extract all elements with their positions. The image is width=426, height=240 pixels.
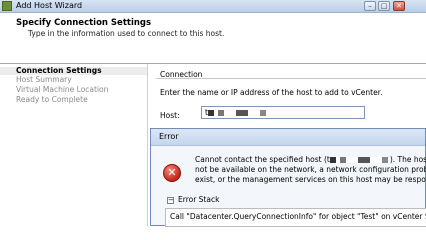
error-stack-toggle[interactable]: − Error Stack — [167, 195, 219, 204]
error-icon: ✕ — [163, 164, 181, 182]
error-message-line2: not be available on the network, a netwo… — [195, 165, 426, 174]
section-divider — [156, 78, 426, 79]
minimize-button[interactable]: – — [364, 1, 376, 11]
step-ready-to-complete[interactable]: Ready to Complete — [16, 95, 88, 104]
vcenter-app-icon — [2, 1, 12, 11]
error-message-line3: exist, or the management services on thi… — [195, 175, 426, 184]
close-button[interactable]: ✕ — [393, 1, 405, 11]
error-stack-label: Error Stack — [178, 195, 220, 204]
error-dialog-titlebar[interactable]: Error — [151, 129, 425, 146]
step-virtual-machine-location[interactable]: Virtual Machine Location — [16, 85, 108, 94]
page-title: Specify Connection Settings — [16, 18, 152, 28]
error-stack-text: Call "Datacenter.QueryConnectionInfo" fo… — [165, 208, 426, 227]
error-message-suffix: ). The host m — [389, 155, 426, 164]
wizard-header: Specify Connection Settings Type in the … — [0, 13, 426, 64]
host-input[interactable]: t — [201, 106, 365, 119]
wizard-steps-sidebar: Connection Settings Host Summary Virtual… — [0, 64, 147, 226]
error-dialog[interactable]: Error ✕ Cannot contact the specified hos… — [150, 128, 426, 227]
step-host-summary[interactable]: Host Summary — [16, 75, 72, 84]
page-subtitle: Type in the information used to connect … — [28, 29, 225, 38]
connection-description: Enter the name or IP address of the host… — [160, 88, 383, 97]
collapse-icon[interactable]: − — [167, 196, 174, 204]
redacted-hostname-error — [329, 157, 390, 163]
redacted-hostname — [207, 110, 278, 116]
error-message-line1: Cannot contact the specified host (t ). T… — [195, 155, 426, 164]
maximize-button[interactable]: □ — [378, 1, 390, 11]
error-dialog-title: Error — [159, 132, 179, 141]
window-title: Add Host Wizard — [16, 1, 83, 10]
window-titlebar[interactable]: Add Host Wizard – □ ✕ — [0, 0, 426, 13]
error-message-prefix: Cannot contact the specified host (t — [195, 155, 330, 164]
host-label: Host: — [160, 111, 180, 120]
step-connection-settings[interactable]: Connection Settings — [16, 66, 102, 75]
